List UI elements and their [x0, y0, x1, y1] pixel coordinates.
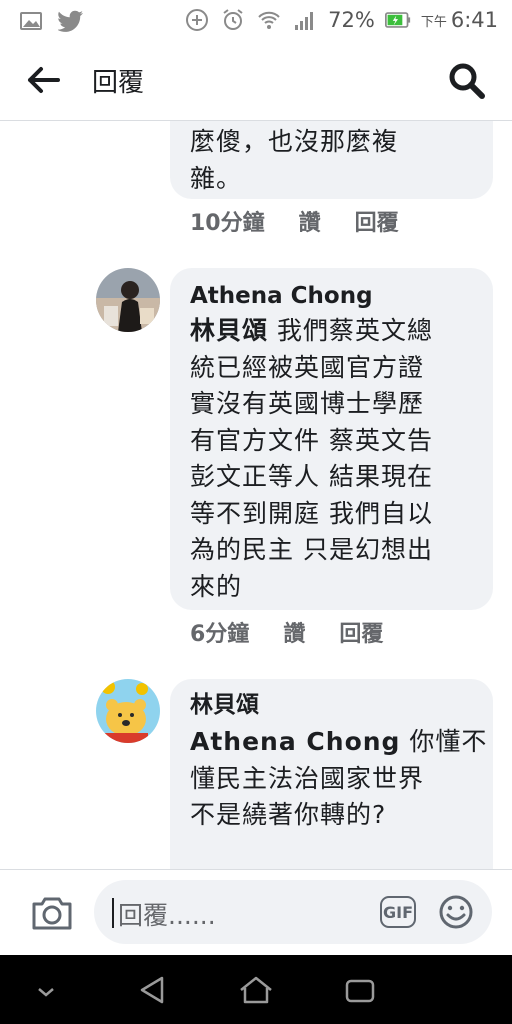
comment-line: 統已經被英國官方證: [190, 352, 425, 382]
comment-line: 懂民主法治國家世界: [190, 763, 425, 793]
comment-meta: 6分鐘 讚 回覆: [190, 616, 383, 648]
like-button[interactable]: 讚: [299, 205, 321, 237]
reply-button[interactable]: 回覆: [355, 205, 399, 237]
battery-icon: [384, 7, 411, 33]
search-icon: [449, 63, 485, 99]
comment-feed[interactable]: 麼傻，也沒那麼複 雜。 10分鐘 讚 回覆 Athena Chong 林貝頌 我…: [0, 121, 512, 869]
emoji-icon: [439, 895, 473, 929]
reply-button[interactable]: 回覆: [339, 616, 383, 648]
hide-nav-button[interactable]: [26, 973, 66, 1007]
avatar[interactable]: [96, 268, 160, 332]
chevron-down-icon: [38, 988, 54, 997]
reply-composer: 回覆...... GIF: [0, 869, 512, 956]
signal-icon: [292, 7, 318, 33]
mention-tag[interactable]: 林貝頌: [190, 316, 268, 345]
comment-line: Athena Chong 你懂不: [190, 724, 487, 761]
comment-time: 6分鐘: [190, 622, 250, 647]
text-caret: [112, 898, 114, 928]
reply-input[interactable]: 回覆...... GIF: [94, 880, 492, 944]
clock: 6:41: [450, 8, 498, 32]
comment-bubble: 林貝頌 Athena Chong 你懂不 懂民主法治國家世界 不是繞著你轉的?: [170, 679, 493, 869]
reply-placeholder: 回覆......: [118, 901, 216, 930]
home-icon: [240, 976, 272, 1004]
comment-line: 有官方文件 蔡英文告: [190, 425, 433, 455]
search-button[interactable]: [448, 62, 486, 100]
comment-line: 為的民主 只是幻想出: [190, 535, 433, 564]
comment-bubble: Athena Chong 林貝頌 我們蔡英文總 統已經被英國官方證 實沒有英國博…: [170, 268, 493, 610]
alarm-icon: [220, 7, 246, 33]
gallery-icon: [18, 8, 44, 34]
comment-line: 麼傻，也沒那麼複: [190, 127, 399, 156]
back-button[interactable]: [26, 64, 62, 96]
time-prefix: 下午: [420, 14, 447, 30]
home-nav-button[interactable]: [236, 973, 276, 1007]
like-button[interactable]: 讚: [283, 616, 305, 648]
triangle-back-icon: [140, 976, 164, 1004]
comment-author[interactable]: Athena Chong: [190, 282, 373, 310]
comment-line: 彭文正等人 結果現在: [190, 462, 433, 491]
comment-text: 你懂不: [409, 727, 488, 756]
comment-bubble: 麼傻，也沒那麼複 雜。: [170, 121, 493, 199]
recents-icon: [345, 979, 375, 1003]
back-arrow-icon: [28, 67, 60, 93]
status-bar: 72% 下午 6:41: [0, 0, 512, 40]
camera-button[interactable]: [30, 894, 74, 932]
comment-line: 雜。: [190, 163, 243, 193]
battery-percent: 72%: [328, 8, 375, 32]
recents-nav-button[interactable]: [340, 973, 380, 1007]
avatar[interactable]: [96, 679, 160, 743]
emoji-button[interactable]: [438, 894, 474, 930]
page-title: 回覆: [92, 68, 145, 98]
comment-line: 等不到開庭 我們自以: [190, 498, 433, 528]
app-bar: 回覆: [0, 40, 512, 121]
profile-photo-icon: [96, 268, 160, 332]
system-nav-bar: [0, 955, 512, 1024]
twitter-icon: [58, 8, 84, 34]
wifi-icon: [256, 7, 282, 33]
comment-text: 我們蔡英文總: [276, 316, 433, 345]
comment-line: 實沒有英國博士學歷: [190, 389, 425, 418]
camera-icon: [32, 897, 72, 930]
comment-line: 來的: [190, 571, 243, 601]
mention-tag[interactable]: Athena Chong: [190, 727, 400, 756]
bear-avatar-icon: [96, 679, 160, 743]
comment-author[interactable]: 林貝頌: [190, 691, 259, 719]
back-nav-button[interactable]: [134, 973, 174, 1007]
comment-line: 林貝頌 我們蔡英文總: [190, 313, 433, 350]
comment-time: 10分鐘: [190, 211, 265, 236]
gif-button[interactable]: GIF: [380, 896, 416, 928]
comment-line: 不是繞著你轉的?: [190, 800, 387, 829]
comment-meta: 10分鐘 讚 回覆: [190, 205, 399, 237]
add-circle-icon: [184, 7, 210, 33]
